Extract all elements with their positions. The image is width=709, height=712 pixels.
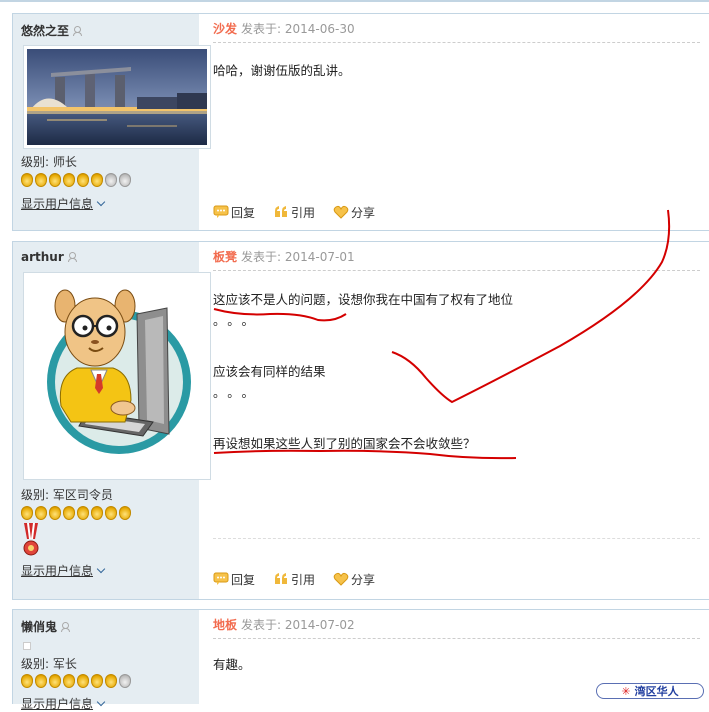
medal-icon	[77, 506, 89, 520]
heart-icon	[333, 572, 349, 586]
user-icon	[61, 622, 71, 632]
user-level-1: 级别: 师长	[21, 155, 77, 169]
avatar-2[interactable]	[23, 272, 211, 480]
medal-icon	[21, 506, 33, 520]
chevron-down-icon	[96, 564, 106, 574]
medal-icon	[105, 674, 117, 688]
quote-button[interactable]: 引用	[273, 571, 315, 588]
post-2-content: 板凳 发表于: 2014-07-01 这应该不是人的问题，设想你我在中国有了权有了…	[213, 242, 700, 599]
post-line: 应该会有同样的结果	[213, 364, 326, 379]
reply-button[interactable]: 回复	[213, 204, 255, 221]
post-body-2: 这应该不是人的问题，设想你我在中国有了权有了地位 。。。 应该会有同样的结果 。…	[213, 288, 700, 456]
star-icon: ✳	[621, 684, 631, 698]
post-line: 哈哈，谢谢伍版的乱讲。	[213, 63, 351, 78]
floor-label[interactable]: 地板	[213, 618, 237, 632]
post-2-footer-rule	[213, 538, 700, 539]
quote-button[interactable]: 引用	[273, 204, 315, 221]
post-line: 再设想如果这些人到了别的国家会不会收敛些？	[213, 436, 476, 451]
username-1[interactable]: 悠然之至	[21, 22, 83, 39]
post-line: 。。。	[213, 385, 263, 400]
post-time: 发表于: 2014-06-30	[241, 22, 355, 36]
user-level-2: 级别: 军区司令员	[21, 488, 113, 502]
post-line: 这应该不是人的问题，设想你我在中国有了权有了地位	[213, 292, 514, 307]
post-line: 。。。	[213, 313, 263, 328]
show-user-info-3[interactable]: 显示用户信息	[21, 695, 106, 712]
floor-label[interactable]: 板凳	[213, 250, 237, 264]
quote-marks-icon	[275, 206, 288, 217]
award-ribbon-icon	[23, 523, 39, 556]
show-user-info-2[interactable]: 显示用户信息	[21, 562, 106, 579]
medal-icon	[119, 506, 131, 520]
post-1: 悠然之至 级别: 师长 显示用户信息 沙发 发表于: 2014-06-30 哈哈…	[12, 13, 709, 231]
medal-icon	[119, 173, 131, 187]
medal-row-2	[21, 506, 133, 522]
share-button[interactable]: 分享	[333, 571, 375, 588]
post-actions-1: 回复 引用 分享	[213, 202, 393, 222]
medal-icon	[91, 173, 103, 187]
floor-label[interactable]: 沙发	[213, 22, 237, 36]
post-2: arthur 级别: 军区司令员 显示用户信息 板凳 发表于: 2014-07-…	[12, 241, 709, 600]
post-2-sidebar: arthur 级别: 军区司令员 显示用户信息	[13, 242, 211, 599]
speech-bubble-icon	[213, 205, 229, 218]
username-2[interactable]: arthur	[21, 250, 77, 264]
medal-icon	[119, 674, 131, 688]
medal-icon	[49, 173, 61, 187]
share-button[interactable]: 分享	[333, 204, 375, 221]
medal-icon	[105, 506, 117, 520]
user-icon	[67, 252, 77, 262]
medal-icon	[21, 674, 33, 688]
avatar-1[interactable]	[23, 45, 211, 149]
speech-bubble-icon	[213, 572, 229, 585]
medal-icon	[91, 674, 103, 688]
medal-icon	[35, 674, 47, 688]
medal-icon	[35, 173, 47, 187]
post-line: 有趣。	[213, 657, 251, 672]
username-3[interactable]: 懒俏鬼	[21, 618, 71, 635]
medal-row-3	[21, 674, 133, 690]
medal-icon	[105, 173, 117, 187]
avatar-image-arthur-at-computer	[27, 276, 207, 476]
medal-icon	[21, 173, 33, 187]
user-icon	[73, 26, 83, 36]
chevron-down-icon	[96, 697, 106, 707]
post-1-content: 沙发 发表于: 2014-06-30 哈哈，谢谢伍版的乱讲。 回复 引用 分享	[213, 14, 700, 230]
reply-button[interactable]: 回复	[213, 571, 255, 588]
avatar-image-city-night	[27, 49, 207, 145]
post-body-3: 有趣。	[213, 656, 700, 674]
post-body-1: 哈哈，谢谢伍版的乱讲。	[213, 62, 700, 80]
medal-icon	[63, 506, 75, 520]
medal-icon	[77, 173, 89, 187]
chevron-down-icon	[96, 197, 106, 207]
post-2-header: 板凳 发表于: 2014-07-01	[213, 248, 700, 271]
post-time: 发表于: 2014-07-01	[241, 250, 355, 264]
medal-icon	[63, 674, 75, 688]
post-1-header: 沙发 发表于: 2014-06-30	[213, 20, 700, 43]
post-3-header: 地板 发表于: 2014-07-02	[213, 616, 700, 639]
medal-icon	[77, 674, 89, 688]
medal-icon	[91, 506, 103, 520]
user-level-3: 级别: 军长	[21, 657, 77, 671]
avatar-3-placeholder	[23, 642, 31, 650]
medal-icon	[49, 674, 61, 688]
top-divider	[0, 0, 709, 2]
medal-row-1	[21, 173, 133, 189]
medal-icon	[63, 173, 75, 187]
post-time: 发表于: 2014-07-02	[241, 618, 355, 632]
post-3-sidebar: 懒俏鬼 级别: 军长 显示用户信息	[13, 610, 199, 711]
quote-marks-icon	[275, 573, 288, 584]
post-actions-2: 回复 引用 分享	[213, 569, 393, 589]
post-1-sidebar: 悠然之至 级别: 师长 显示用户信息	[13, 14, 211, 230]
heart-icon	[333, 205, 349, 219]
medal-icon	[35, 506, 47, 520]
watermark-logo: ✳ 湾区华人	[596, 683, 704, 699]
show-user-info-1[interactable]: 显示用户信息	[21, 195, 106, 212]
medal-icon	[49, 506, 61, 520]
